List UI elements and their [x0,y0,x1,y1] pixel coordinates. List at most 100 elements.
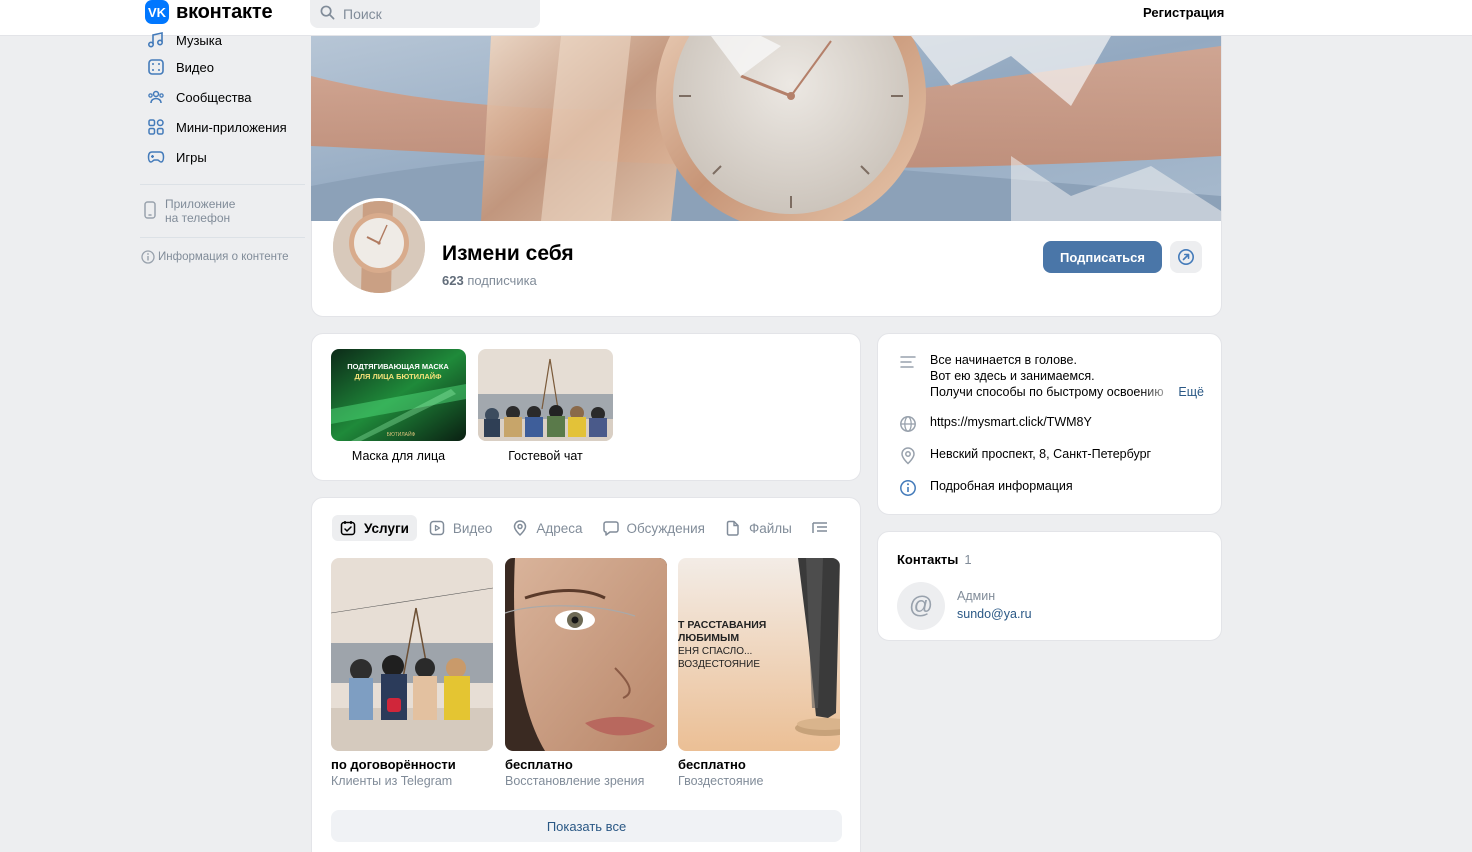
tab-label: Адреса [536,520,583,536]
mini-apps-icon [147,118,165,136]
video-icon [429,520,445,536]
phone-icon [143,200,157,222]
group-cover-image [311,36,1221,221]
list-icon [812,520,828,536]
sidebar-item-label: Видео [176,59,214,75]
show-all-button[interactable]: Показать все [331,810,842,842]
contacts-title: Контакты [897,552,959,567]
details-link[interactable]: Подробная информация [930,478,1073,494]
subscribers-label: подписчика [467,273,537,288]
app-caption: Гостевой чат [508,449,583,463]
service-title: Восстановление зрения [505,774,645,788]
website-link[interactable]: https://mysmart.click/TWM8Y [930,414,1092,430]
sidebar-item-label: Игры [176,149,207,165]
app-guest-chat[interactable]: Гостевой чат [478,349,613,463]
search-placeholder: Поиск [343,6,382,22]
share-button[interactable] [1170,241,1202,273]
address-row: Невский проспект, 8, Санкт-Петербург [898,446,1151,466]
contacts-card: Контакты 1 @ Админ sundo@ya.ru [877,531,1222,641]
sidebar-item-mini-apps[interactable]: Мини-приложения [140,112,305,142]
file-icon [725,520,741,536]
contacts-header[interactable]: Контакты 1 [897,552,972,567]
sidebar: Музыка Видео Сообщества Мини-приложения … [140,28,305,264]
vk-logo[interactable]: VK вконтакте [145,0,273,24]
tab-label: Файлы [748,520,792,536]
tab-discussions[interactable]: Обсуждения [595,515,713,541]
description-line2: Вот ею здесь и занимаемся. [930,369,1095,383]
tab-addresses[interactable]: Адреса [504,515,590,541]
service-price: по договорённости [331,757,456,772]
tab-label: Видео [452,520,493,536]
app-thumbnail [478,349,613,441]
services-icon [340,520,356,536]
sidebar-item-communities[interactable]: Сообщества [140,82,305,112]
discussion-icon [602,520,619,536]
contact-email-icon: @ [897,582,945,630]
tab-video[interactable]: Видео [421,515,500,541]
services-card: Услуги Видео Адреса Обсуждения Файлы по … [311,497,861,852]
subscribers-number: 623 [442,273,464,288]
subscribe-button[interactable]: Подписаться [1043,241,1162,273]
sidebar-divider [140,237,305,238]
tab-services[interactable]: Услуги [332,515,417,541]
service-item-telegram[interactable]: по договорённости Клиенты из Telegram [331,558,493,788]
description-icon [898,352,918,372]
location-icon [898,446,918,466]
sidebar-item-video[interactable]: Видео [140,52,305,82]
service-thumbnail: Т РАССТАВАНИЯ ЛЮБИМЫМ ЕНЯ СПАСЛО... ВОЗД… [678,558,840,751]
service-price: бесплатно [505,757,573,772]
tab-label: Услуги [364,520,409,536]
phone-app-line2: на телефон [165,211,231,225]
contacts-count: 1 [964,552,972,567]
contact-email-link[interactable]: sundo@ya.ru [957,607,1032,621]
service-thumb-line1: Т РАССТАВАНИЯ [678,619,766,631]
apps-card: ПОДТЯГИВАЮЩАЯ МАСКА ДЛЯ ЛИЦА БЮТИЛАЙФ БЮ… [311,333,861,481]
games-icon [147,148,165,166]
sidebar-item-label: Музыка [176,32,222,48]
website-row: https://mysmart.click/TWM8Y [898,414,1092,434]
app-thumb-line2: ДЛЯ ЛИЦА БЮТИЛАЙФ [354,372,442,381]
service-item-nails[interactable]: Т РАССТАВАНИЯ ЛЮБИМЫМ ЕНЯ СПАСЛО... ВОЗД… [678,558,840,788]
service-thumb-line2: ЛЮБИМЫМ [678,632,739,644]
app-thumbnail: ПОДТЯГИВАЮЩАЯ МАСКА ДЛЯ ЛИЦА БЮТИЛАЙФ БЮ… [331,349,466,441]
app-caption: Маска для лица [351,449,446,463]
contact-role: Админ [957,589,996,603]
register-link[interactable]: Регистрация [1143,5,1224,20]
service-thumbnail [505,558,667,751]
info-icon [898,478,918,498]
search-icon [320,5,335,23]
sidebar-item-label: Сообщества [176,89,252,105]
sidebar-item-music[interactable]: Музыка [140,28,305,52]
sidebar-divider [140,184,305,185]
search-input[interactable]: Поиск [310,0,540,28]
logo-text: вконтакте [176,0,273,23]
tab-files[interactable]: Файлы [717,515,800,541]
description-line1: Все начинается в голове. [930,353,1077,367]
tab-more[interactable] [804,515,836,541]
content-info-label: Информация о контенте [158,251,289,263]
service-price: бесплатно [678,757,746,772]
vk-logo-icon: VK [145,0,169,24]
share-icon [1177,248,1195,266]
group-avatar[interactable] [330,198,428,296]
tab-label: Обсуждения [626,520,705,536]
details-row: Подробная информация [898,478,1073,498]
service-thumbnail [331,558,493,751]
content-info-link[interactable]: Информация о контенте [140,250,305,264]
address-link[interactable]: Невский проспект, 8, Санкт-Петербург [930,446,1151,462]
communities-icon [147,88,165,106]
globe-icon [898,414,918,434]
service-thumb-line3: ЕНЯ СПАСЛО... [678,646,752,657]
sidebar-phone-app[interactable]: Приложение на телефон [140,197,305,225]
description-more-link[interactable]: Ещё [1178,384,1204,400]
service-thumb-line4: ВОЗДЕСТОЯНИЕ [678,659,760,670]
description-line3: Получи способы по быстрому освоению [930,385,1164,399]
sidebar-item-label: Мини-приложения [176,119,287,135]
subscribers-count[interactable]: 623 подписчика [442,273,537,288]
service-item-vision[interactable]: бесплатно Восстановление зрения [505,558,667,788]
music-icon [147,31,165,49]
app-thumb-line1: ПОДТЯГИВАЮЩАЯ МАСКА [347,362,449,371]
sidebar-item-games[interactable]: Игры [140,142,305,172]
app-face-mask[interactable]: ПОДТЯГИВАЮЩАЯ МАСКА ДЛЯ ЛИЦА БЮТИЛАЙФ БЮ… [331,349,466,463]
group-title: Измени себя [442,242,574,265]
